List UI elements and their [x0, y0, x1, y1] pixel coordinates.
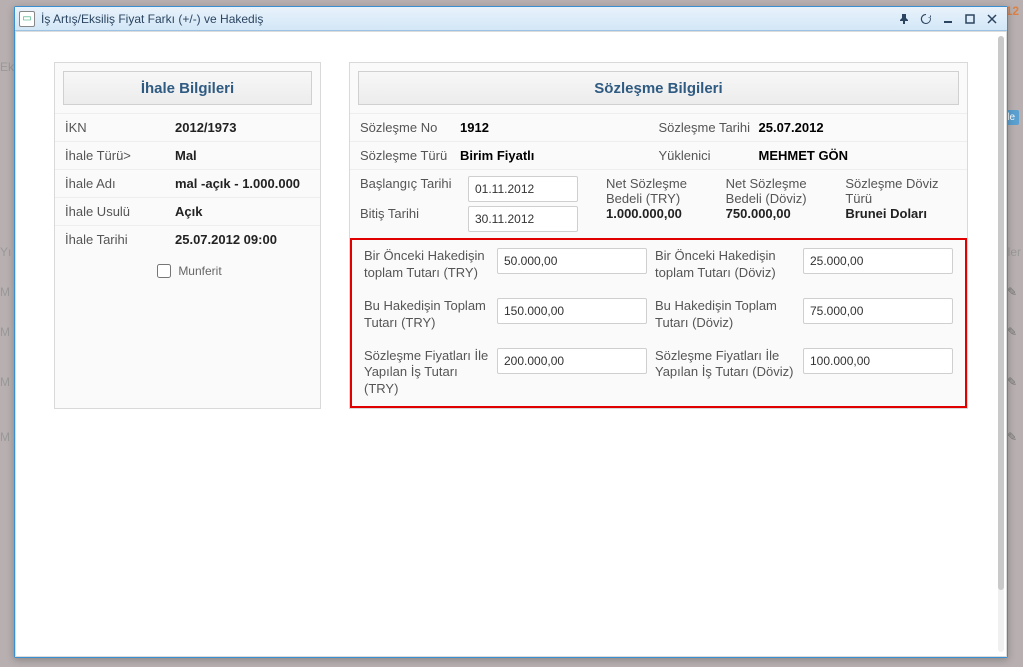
row-onceki: Bir Önceki Hakedişin toplam Tutarı (TRY)… — [352, 240, 965, 290]
background-left-m: M — [0, 430, 10, 444]
background-left-yi: Yı — [0, 245, 11, 259]
refresh-button[interactable] — [915, 10, 937, 28]
pencil-icon: ✎ — [1007, 430, 1017, 444]
value-ikn: 2012/1973 — [175, 120, 236, 135]
label-bitis: Bitiş Tarihi — [360, 206, 460, 221]
label-net-doviz: Net Sözleşme Bedeli (Döviz) — [726, 176, 807, 206]
sozlesme-header[interactable]: Sözleşme Bilgileri — [358, 71, 959, 105]
title-bar: ▭ İş Artış/Eksiliş Fiyat Farkı (+/-) ve … — [15, 7, 1007, 31]
row-ihale-usulu: İhale Usulü Açık — [55, 197, 320, 225]
label-ihale-usulu: İhale Usulü — [65, 204, 175, 219]
scrollbar-thumb[interactable] — [998, 36, 1004, 590]
munferit-row: Munferit — [55, 253, 320, 293]
window-title: İş Artış/Eksiliş Fiyat Farkı (+/-) ve Ha… — [41, 12, 893, 26]
pencil-icon: ✎ — [1007, 375, 1017, 389]
input-soz-try[interactable] — [497, 348, 647, 374]
value-sozlesme-tarihi: 25.07.2012 — [759, 120, 958, 135]
close-button[interactable] — [981, 10, 1003, 28]
label-bu-try: Bu Hakedişin Toplam Tutarı (TRY) — [364, 298, 489, 332]
label-onceki-try: Bir Önceki Hakedişin toplam Tutarı (TRY) — [364, 248, 489, 282]
label-bu-doviz: Bu Hakedişin Toplam Tutarı (Döviz) — [655, 298, 795, 332]
input-bu-doviz[interactable] — [803, 298, 953, 324]
hakedis-highlight-box: Bir Önceki Hakedişin toplam Tutarı (TRY)… — [350, 238, 967, 408]
row-ihale-adi: İhale Adı mal -açık - 1.000.000 — [55, 169, 320, 197]
pencil-icon: ✎ — [1007, 325, 1017, 339]
app-icon: ▭ — [19, 11, 35, 27]
label-sozlesme-tarihi: Sözleşme Tarihi — [659, 120, 759, 135]
label-yuklenici: Yüklenici — [659, 148, 759, 163]
value-sozlesme-no: 1912 — [460, 120, 659, 135]
value-ihale-turu: Mal — [175, 148, 197, 163]
label-onceki-doviz: Bir Önceki Hakedişin toplam Tutarı (Dövi… — [655, 248, 795, 282]
label-sozlesme-turu: Sözleşme Türü — [360, 148, 460, 163]
ihale-card: İhale Bilgileri İKN 2012/1973 İhale Türü… — [54, 62, 321, 409]
label-doviz-turu: Sözleşme Döviz Türü — [845, 176, 938, 206]
scrollbar-track[interactable] — [998, 36, 1004, 652]
label-ihale-tarihi: İhale Tarihi — [65, 232, 175, 247]
value-sozlesme-turu: Birim Fiyatlı — [460, 148, 659, 163]
maximize-button[interactable] — [959, 10, 981, 28]
label-ihale-turu: İhale Türü> — [65, 148, 175, 163]
value-net-doviz: 750.000,00 — [726, 206, 791, 221]
label-ihale-adi: İhale Adı — [65, 176, 175, 191]
label-sozlesme-no: Sözleşme No — [360, 120, 460, 135]
row-ikn: İKN 2012/1973 — [55, 113, 320, 141]
background-left-m: M — [0, 375, 10, 389]
value-yuklenici: MEHMET GÖN — [759, 148, 958, 163]
sozlesme-card: Sözleşme Bilgileri Sözleşme No 1912 Sözl… — [349, 62, 968, 409]
minimize-button[interactable] — [937, 10, 959, 28]
label-ikn: İKN — [65, 120, 175, 135]
row-ihale-tarihi: İhale Tarihi 25.07.2012 09:00 — [55, 225, 320, 253]
label-soz-doviz: Sözleşme Fiyatları İle Yapılan İş Tutarı… — [655, 348, 795, 382]
label-baslangic: Başlangıç Tarihi — [360, 176, 460, 191]
background-left-m: M — [0, 285, 10, 299]
munferit-label: Munferit — [178, 264, 221, 278]
baslangic-date-input[interactable] — [468, 176, 578, 202]
value-ihale-tarihi: 25.07.2012 09:00 — [175, 232, 277, 247]
bitis-date-input[interactable] — [468, 206, 578, 232]
value-net-try: 1.000.000,00 — [606, 206, 682, 221]
ihale-header[interactable]: İhale Bilgileri — [63, 71, 312, 105]
value-ihale-adi: mal -açık - 1.000.000 — [175, 176, 300, 191]
input-soz-doviz[interactable] — [803, 348, 953, 374]
row-ihale-turu: İhale Türü> Mal — [55, 141, 320, 169]
munferit-checkbox[interactable] — [157, 264, 171, 278]
background-left-m: M — [0, 325, 10, 339]
label-net-try: Net Sözleşme Bedeli (TRY) — [606, 176, 687, 206]
dialog-content: İhale Bilgileri İKN 2012/1973 İhale Türü… — [15, 31, 1007, 657]
input-onceki-try[interactable] — [497, 248, 647, 274]
value-doviz-turu: Brunei Doları — [845, 206, 927, 221]
value-ihale-usulu: Açık — [175, 204, 202, 219]
background-left-ek: Ek — [0, 60, 14, 74]
input-onceki-doviz[interactable] — [803, 248, 953, 274]
row-soz: Sözleşme Fiyatları İle Yapılan İş Tutarı… — [352, 340, 965, 407]
input-bu-try[interactable] — [497, 298, 647, 324]
label-soz-try: Sözleşme Fiyatları İle Yapılan İş Tutarı… — [364, 348, 489, 399]
dialog-window: ▭ İş Artış/Eksiliş Fiyat Farkı (+/-) ve … — [14, 6, 1008, 658]
pin-button[interactable] — [893, 10, 915, 28]
row-bu: Bu Hakedişin Toplam Tutarı (TRY) Bu Hake… — [352, 290, 965, 340]
pencil-icon: ✎ — [1007, 285, 1017, 299]
